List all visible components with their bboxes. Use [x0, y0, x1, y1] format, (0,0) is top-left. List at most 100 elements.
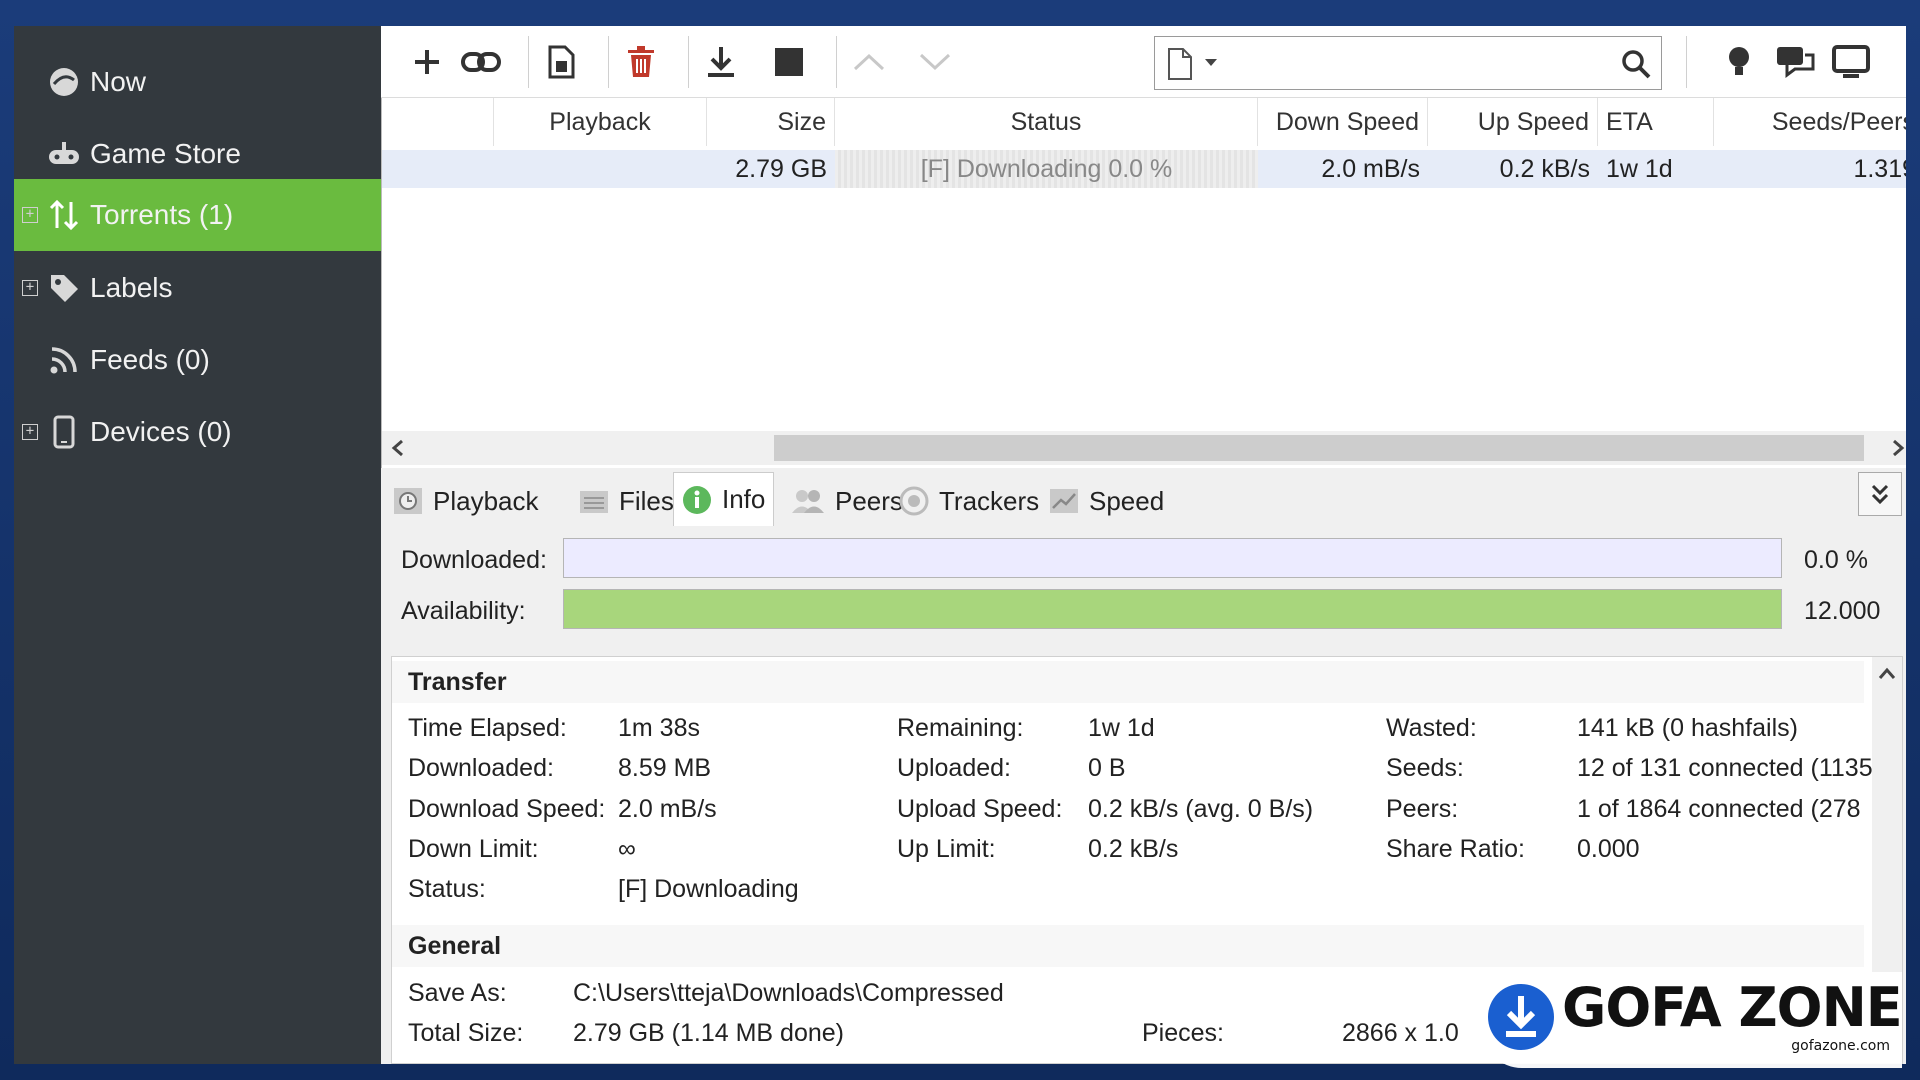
double-chevron-down-icon	[1871, 484, 1889, 505]
general-heading: General	[392, 925, 1864, 967]
tab-info[interactable]: Info	[673, 472, 775, 526]
tab-playback[interactable]: Playback	[385, 478, 547, 524]
value-wasted: 141 kB (0 hashfails)	[1577, 714, 1798, 742]
collapse-panel-button[interactable]	[1858, 472, 1902, 516]
link-icon	[461, 52, 501, 72]
expand-icon[interactable]: +	[22, 280, 38, 296]
cell-eta: 1w 1d	[1606, 154, 1673, 183]
column-header-down-speed[interactable]: Down Speed	[1258, 98, 1428, 146]
column-header-status[interactable]: Status	[835, 98, 1258, 146]
search-input[interactable]	[1154, 36, 1662, 90]
value-download-speed: 2.0 mB/s	[618, 795, 717, 823]
value-upload-speed: 0.2 kB/s (avg. 0 B/s)	[1088, 795, 1314, 823]
label-peers: Peers:	[1386, 795, 1459, 823]
tag-icon	[46, 270, 82, 306]
move-down-button[interactable]	[913, 40, 957, 84]
plus-icon	[415, 50, 439, 74]
value-pieces: 2866 x 1.0	[1342, 1019, 1459, 1047]
column-header-size[interactable]: Size	[707, 98, 835, 146]
scroll-right-icon[interactable]	[1890, 439, 1906, 457]
label-remaining: Remaining:	[897, 714, 1024, 742]
search-icon[interactable]	[1621, 49, 1651, 79]
cell-down-speed: 2.0 mB/s	[1321, 154, 1420, 183]
speed-icon	[1050, 489, 1078, 513]
sidebar-item-devices[interactable]: + Devices (0)	[14, 396, 381, 468]
sidebar-item-now[interactable]: Now	[14, 46, 381, 118]
label-share-ratio: Share Ratio:	[1386, 835, 1525, 863]
ideas-button[interactable]	[1717, 40, 1761, 84]
file-dropdown-icon[interactable]	[1165, 47, 1225, 81]
tab-files[interactable]: Files	[571, 478, 682, 524]
remote-button[interactable]	[1829, 40, 1873, 84]
phone-icon	[46, 414, 82, 450]
download-logo-icon	[1488, 984, 1554, 1050]
label-download-speed: Download Speed:	[408, 795, 606, 823]
availability-fill	[564, 590, 1781, 628]
monitor-icon	[1832, 45, 1870, 78]
table-row[interactable]: 2.79 GB [F] Downloading 0.0 % 2.0 mB/s 0…	[382, 150, 1906, 188]
value-down-limit: ∞	[618, 835, 636, 863]
torrent-arrows-icon	[46, 197, 82, 233]
chat-icon	[1777, 47, 1815, 78]
value-total-size: 2.79 GB (1.14 MB done)	[573, 1019, 844, 1047]
value-status: [F] Downloading	[618, 875, 799, 903]
label-pieces: Pieces:	[1142, 1019, 1224, 1047]
scroll-left-icon[interactable]	[390, 439, 406, 457]
tab-trackers[interactable]: Trackers	[891, 478, 1047, 524]
expand-icon[interactable]: +	[22, 424, 38, 440]
value-peers: 1 of 1864 connected (278	[1577, 795, 1861, 823]
watermark-brand: GOFA ZONE	[1562, 976, 1903, 1039]
column-header-up-speed[interactable]: Up Speed	[1428, 98, 1598, 146]
create-torrent-button[interactable]	[539, 40, 583, 84]
availability-bar	[563, 589, 1782, 629]
scrollbar-thumb[interactable]	[774, 435, 1864, 461]
downloaded-progress-bar	[563, 538, 1782, 578]
sidebar-item-labels[interactable]: + Labels	[14, 252, 381, 324]
tab-speed[interactable]: Speed	[1041, 478, 1172, 524]
delete-button[interactable]	[619, 40, 663, 84]
label-status: Status:	[408, 875, 486, 903]
downloaded-label: Downloaded:	[401, 546, 547, 574]
label-total-size: Total Size:	[408, 1019, 524, 1047]
main-panel: Playback Size Status Down Speed Up Speed…	[381, 26, 1906, 1064]
column-header-playback[interactable]: Playback	[494, 98, 707, 146]
info-icon	[683, 485, 711, 514]
sidebar: Now Game Store + Torrents (1) + Labels F…	[14, 26, 381, 1064]
download-icon	[708, 47, 734, 77]
tab-label: Speed	[1089, 485, 1165, 516]
label-wasted: Wasted:	[1386, 714, 1477, 742]
horizontal-scrollbar[interactable]	[382, 431, 1906, 465]
tab-label: Trackers	[939, 485, 1040, 516]
sidebar-item-label: Torrents (1)	[90, 199, 234, 230]
stop-icon	[775, 48, 803, 76]
label-up-limit: Up Limit:	[897, 835, 996, 863]
lightbulb-icon	[1729, 47, 1749, 75]
move-up-button[interactable]	[847, 40, 891, 84]
add-torrent-button[interactable]	[405, 40, 449, 84]
sidebar-item-label: Now	[90, 66, 147, 97]
game-controller-icon	[46, 136, 82, 172]
tab-label: Files	[619, 485, 674, 516]
label-time-elapsed: Time Elapsed:	[408, 714, 567, 742]
start-button[interactable]	[699, 40, 743, 84]
stop-button[interactable]	[767, 40, 811, 84]
scroll-up-icon[interactable]	[1878, 667, 1896, 681]
value-time-elapsed: 1m 38s	[618, 714, 700, 742]
value-remaining: 1w 1d	[1088, 714, 1155, 742]
chat-button[interactable]	[1773, 40, 1817, 84]
trash-icon	[628, 46, 654, 77]
sidebar-item-feeds[interactable]: Feeds (0)	[14, 324, 381, 396]
expand-icon[interactable]: +	[22, 207, 38, 223]
files-icon	[580, 491, 608, 513]
now-icon	[46, 64, 82, 100]
add-link-button[interactable]	[459, 40, 503, 84]
column-header-name[interactable]	[382, 98, 494, 146]
value-share-ratio: 0.000	[1577, 835, 1640, 863]
cell-size: 2.79 GB	[735, 154, 827, 183]
column-header-eta[interactable]: ETA	[1598, 98, 1714, 146]
peers-icon	[792, 490, 824, 513]
column-header-seeds-peers[interactable]: Seeds/Peers	[1714, 98, 1906, 146]
label-seeds: Seeds:	[1386, 754, 1464, 782]
sidebar-item-torrents[interactable]: + Torrents (1)	[14, 179, 381, 251]
app-window: Now Game Store + Torrents (1) + Labels F…	[14, 26, 1906, 1064]
